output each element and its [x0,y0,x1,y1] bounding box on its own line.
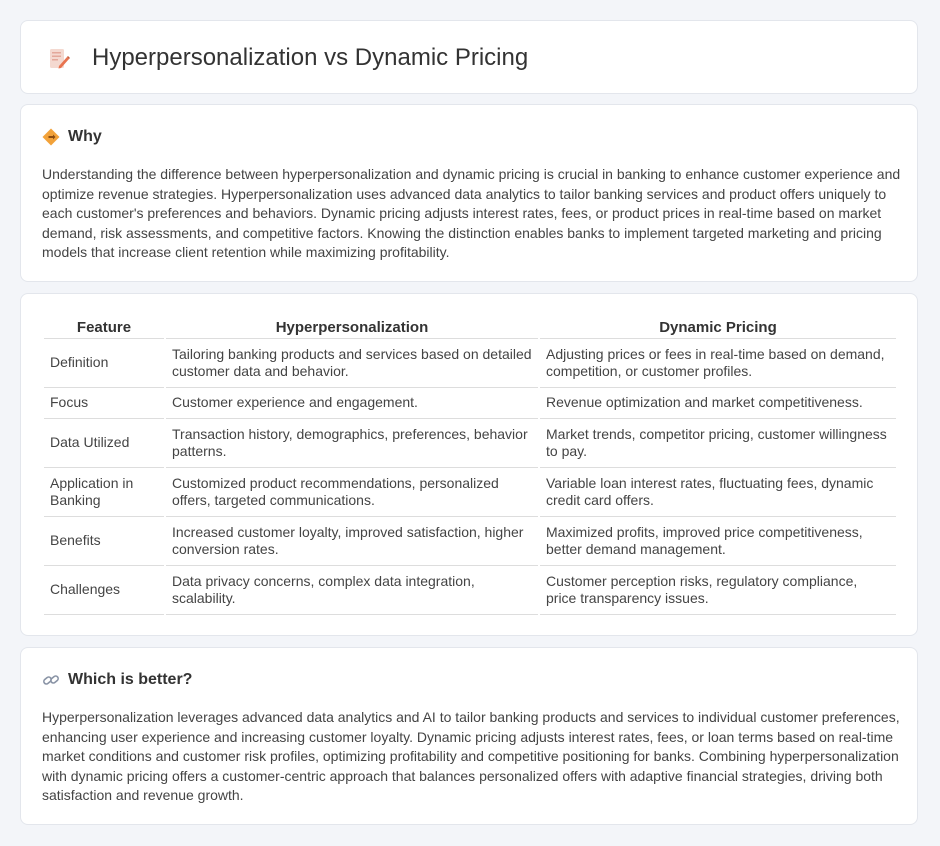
row-feature: Definition [44,339,164,388]
row-dynamic-pricing: Variable loan interest rates, fluctuatin… [540,468,896,517]
table-row: Application in Banking Customized produc… [44,468,896,517]
better-title: Which is better? [68,671,193,688]
header-feature: Feature [44,314,164,339]
why-body: Understanding the difference between hyp… [42,166,901,261]
row-feature: Challenges [44,566,164,615]
why-section: Why Understanding the difference between… [20,104,918,282]
table-row: Challenges Data privacy concerns, comple… [44,566,896,615]
link-icon [43,675,59,685]
document-pencil-icon [50,49,70,69]
table-row: Definition Tailoring banking products an… [44,339,896,388]
better-heading: Which is better? [42,670,192,690]
row-dynamic-pricing: Revenue optimization and market competit… [540,388,896,419]
row-hyperpersonalization: Customer experience and engagement. [166,388,538,419]
page-title: Hyperpersonalization vs Dynamic Pricing [92,44,529,71]
header-hyperpersonalization: Hyperpersonalization [166,314,538,339]
row-hyperpersonalization: Increased customer loyalty, improved sat… [166,517,538,566]
table-row: Focus Customer experience and engagement… [44,388,896,419]
table-header-row: Feature Hyperpersonalization Dynamic Pri… [44,314,896,339]
comparison-table-card: Feature Hyperpersonalization Dynamic Pri… [20,293,918,636]
row-dynamic-pricing: Adjusting prices or fees in real-time ba… [540,339,896,388]
row-hyperpersonalization: Customized product recommendations, pers… [166,468,538,517]
why-heading: Why [42,127,102,147]
row-hyperpersonalization: Data privacy concerns, complex data inte… [166,566,538,615]
table-row: Data Utilized Transaction history, demog… [44,419,896,468]
header-card: Hyperpersonalization vs Dynamic Pricing [20,20,918,94]
better-body: Hyperpersonalization leverages advanced … [42,709,900,804]
row-feature: Focus [44,388,164,419]
row-dynamic-pricing: Maximized profits, improved price compet… [540,517,896,566]
row-hyperpersonalization: Tailoring banking products and services … [166,339,538,388]
header-dynamic-pricing: Dynamic Pricing [540,314,896,339]
row-dynamic-pricing: Customer perception risks, regulatory co… [540,566,896,615]
row-hyperpersonalization: Transaction history, demographics, prefe… [166,419,538,468]
why-title: Why [68,128,102,145]
row-feature: Application in Banking [44,468,164,517]
table-row: Benefits Increased customer loyalty, imp… [44,517,896,566]
comparison-table: Feature Hyperpersonalization Dynamic Pri… [42,314,898,615]
row-feature: Benefits [44,517,164,566]
which-is-better-section: Which is better? Hyperpersonalization le… [20,647,918,825]
row-feature: Data Utilized [44,419,164,468]
row-dynamic-pricing: Market trends, competitor pricing, custo… [540,419,896,468]
diamond-sign-icon [42,128,60,146]
